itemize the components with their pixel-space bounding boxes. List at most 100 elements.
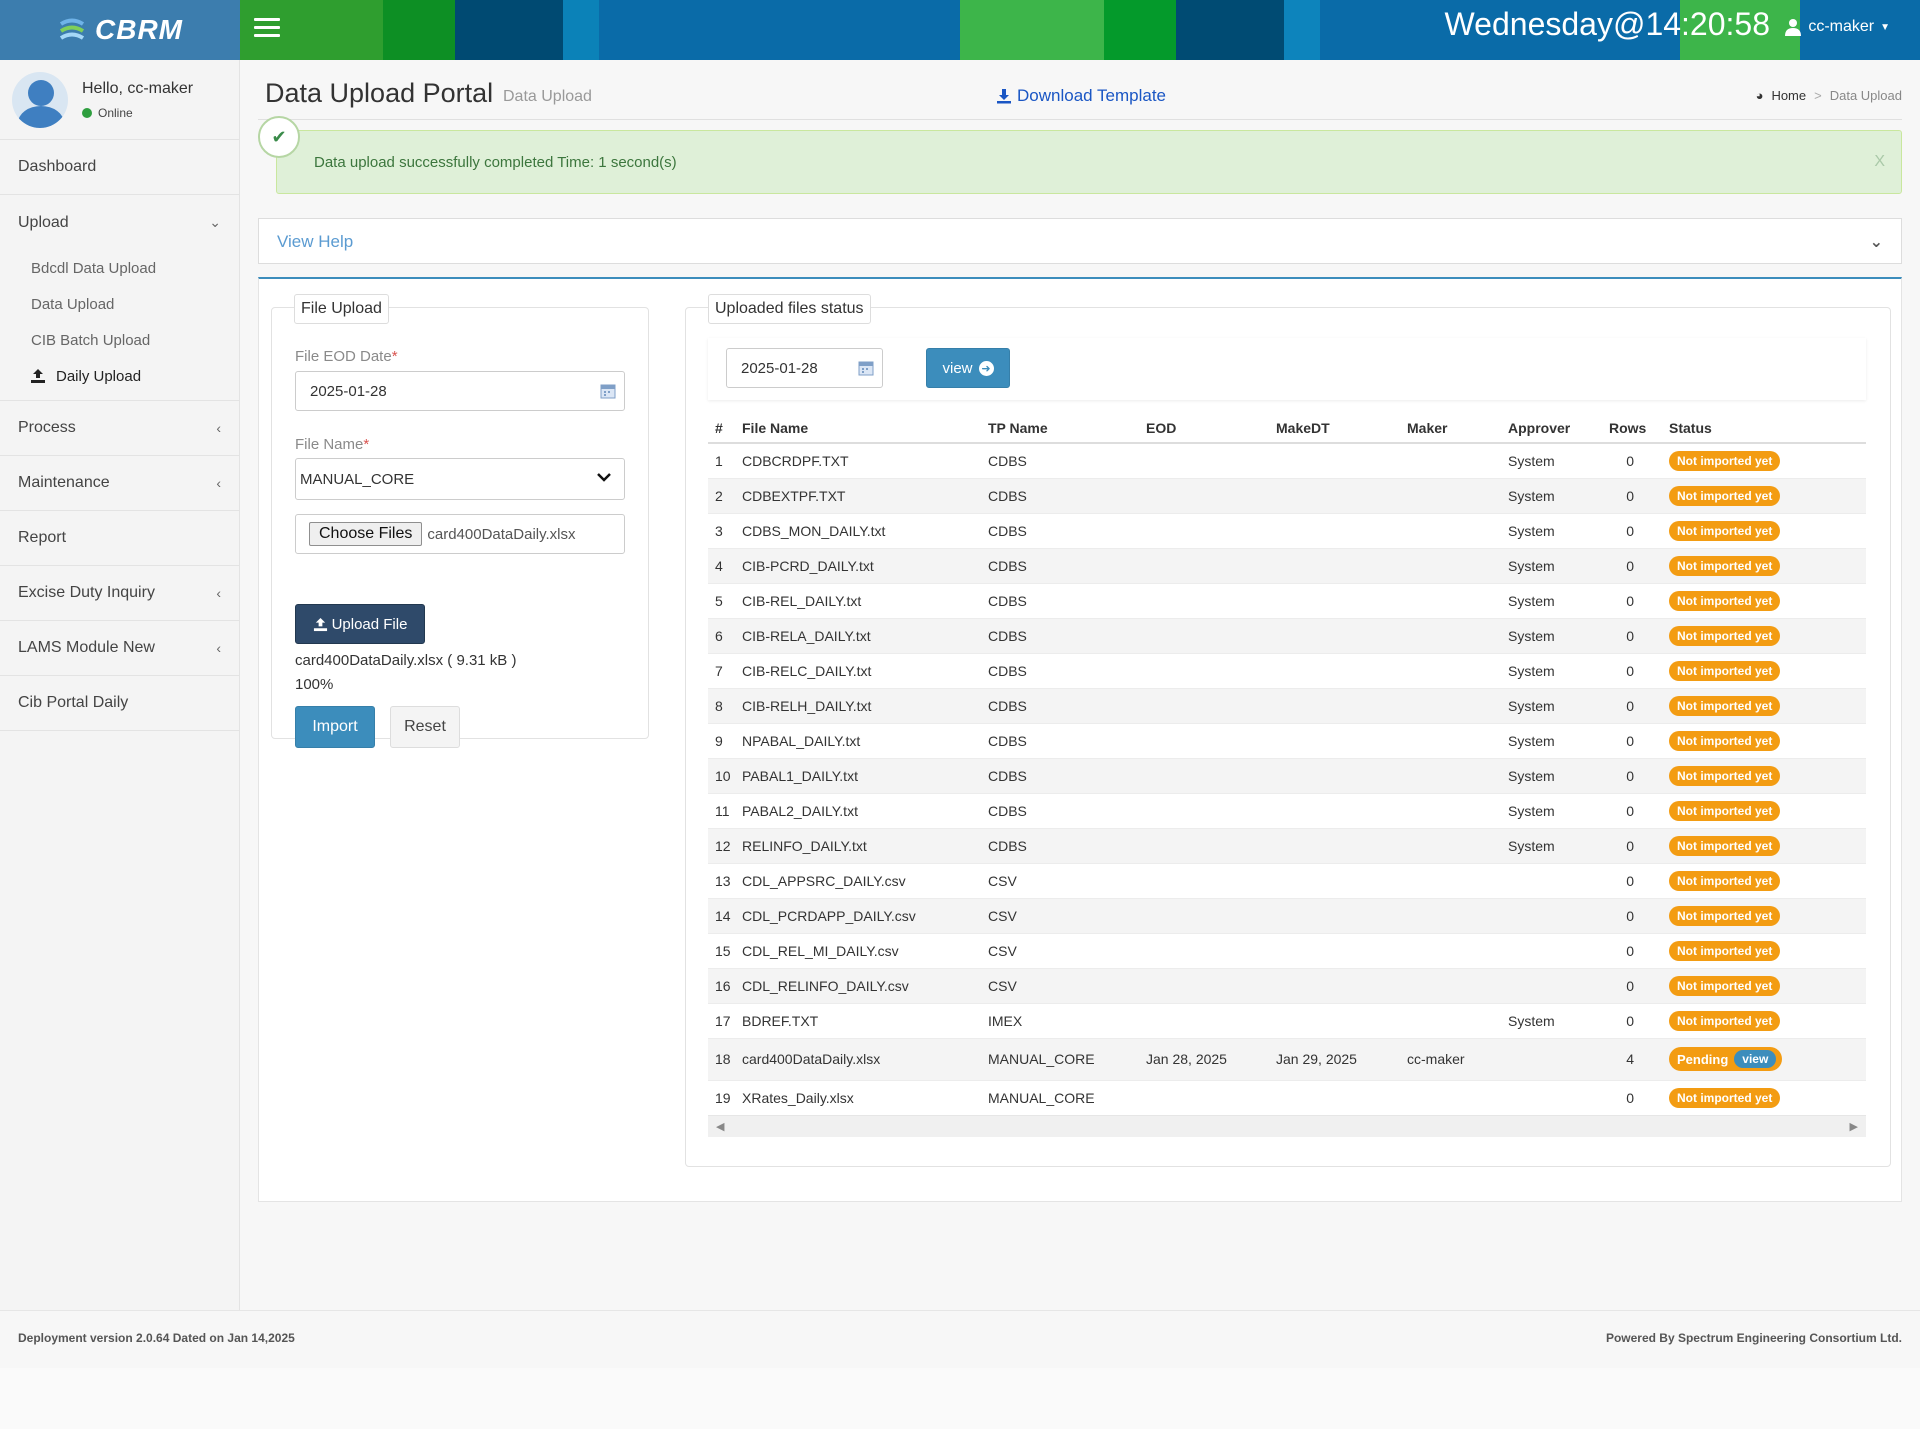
maker-cell: [1400, 722, 1501, 758]
status-cell: Pending view: [1662, 1037, 1866, 1080]
sidebar-item-dashboard[interactable]: Dashboard: [0, 140, 239, 195]
eod-cell: [1139, 757, 1269, 793]
status-view-button[interactable]: view ➜: [926, 348, 1010, 388]
table-row: 7 CIB-RELC_DAILY.txt CDBS System 0 Not import…: [708, 652, 1866, 688]
horizontal-scrollbar[interactable]: ◀ ▶: [708, 1115, 1866, 1137]
status-cell: Not imported yet: [1662, 862, 1866, 898]
sidebar-item-cib-portal[interactable]: Cib Portal Daily: [0, 676, 239, 731]
breadcrumb: ◕ Home > Data Upload: [1756, 88, 1902, 103]
calendar-icon[interactable]: [600, 383, 616, 399]
sidebar-item-label: Process: [18, 419, 76, 436]
maker-cell: [1400, 547, 1501, 583]
clock: Wednesday@14:20:58: [1444, 6, 1770, 42]
view-help-panel[interactable]: View Help ⌄: [258, 218, 1902, 264]
status-cell: Not imported yet: [1662, 792, 1866, 828]
file-name-cell: CIB-RELA_DAILY.txt: [735, 617, 981, 653]
rows-cell: 0: [1605, 1002, 1662, 1038]
sidebar-item-process[interactable]: Process ‹: [0, 401, 239, 456]
eod-date-input[interactable]: 2025-01-28: [295, 371, 625, 411]
sidebar-item-report[interactable]: Report: [0, 511, 239, 566]
file-name-cell: CDL_REL_MI_DAILY.csv: [735, 932, 981, 968]
makedt-cell: [1269, 967, 1400, 1003]
rows-cell: 0: [1605, 547, 1662, 583]
file-name-cell: PABAL2_DAILY.txt: [735, 792, 981, 828]
reset-button[interactable]: Reset: [390, 706, 460, 748]
sidebar-item-label: Maintenance: [18, 474, 110, 491]
tp-name-cell: CDBS: [981, 722, 1139, 758]
tp-name-cell: CDBS: [981, 792, 1139, 828]
navbar-stripes: Wednesday@14:20:58 cc-maker ▼: [240, 0, 1920, 60]
breadcrumb-home[interactable]: Home: [1771, 88, 1806, 103]
sidebar-item-upload[interactable]: Upload ⌄: [0, 195, 239, 250]
tp-name-cell: MANUAL_CORE: [981, 1079, 1139, 1115]
row-view-button[interactable]: view: [1734, 1050, 1777, 1068]
app-logo[interactable]: CBRM: [0, 0, 240, 60]
rows-cell: 0: [1605, 967, 1662, 1003]
success-alert: Data upload successfully completed Time:…: [276, 130, 1902, 194]
status-badge: Not imported yet: [1669, 835, 1781, 856]
scroll-left-icon[interactable]: ◀: [716, 1120, 724, 1133]
page-subtitle: Data Upload: [503, 88, 592, 105]
status-badge: Pending view: [1669, 1047, 1783, 1071]
logo-icon: [59, 18, 85, 40]
status-badge: Not imported yet: [1669, 555, 1781, 576]
sidebar-item-excise[interactable]: Excise Duty Inquiry ‹: [0, 566, 239, 621]
chevron-left-icon: ‹: [216, 475, 221, 491]
chosen-file-name: card400DataDaily.xlsx: [427, 525, 576, 543]
chevron-down-icon: ⌄: [209, 214, 221, 230]
alert-close-button[interactable]: X: [1874, 153, 1885, 171]
sidebar-subitem-data-upload[interactable]: Data Upload: [0, 286, 239, 322]
eod-cell: [1139, 617, 1269, 653]
maker-cell: [1400, 512, 1501, 548]
makedt-cell: [1269, 442, 1400, 478]
makedt-cell: [1269, 1002, 1400, 1038]
user-menu[interactable]: cc-maker ▼: [1784, 18, 1890, 36]
upload-file-button[interactable]: Upload File: [295, 604, 425, 644]
rows-cell: 0: [1605, 827, 1662, 863]
scroll-right-icon[interactable]: ▶: [1850, 1120, 1858, 1133]
file-name-cell: CIB-RELH_DAILY.txt: [735, 687, 981, 723]
rows-cell: 0: [1605, 722, 1662, 758]
file-chooser[interactable]: Choose Files card400DataDaily.xlsx: [295, 514, 625, 554]
sidebar-subitem-daily-upload[interactable]: Daily Upload: [0, 358, 239, 394]
chevron-left-icon: ‹: [216, 420, 221, 436]
alert-message: Data upload successfully completed Time:…: [314, 154, 677, 171]
status-badge: Not imported yet: [1669, 905, 1781, 926]
table-row: 12 RELINFO_DAILY.txt CDBS System 0 Not import…: [708, 827, 1866, 863]
sidebar-item-label: Excise Duty Inquiry: [18, 584, 155, 601]
file-upload-legend: File Upload: [294, 294, 389, 324]
file-name-select[interactable]: MANUAL_CORE: [295, 458, 625, 500]
sidebar-subitem-cib-batch[interactable]: CIB Batch Upload: [0, 322, 239, 358]
dashboard-icon: ◕: [1755, 88, 1764, 103]
makedt-cell: [1269, 932, 1400, 968]
approver-cell: System: [1501, 582, 1605, 618]
eod-cell: [1139, 442, 1269, 478]
table-row: 16 CDL_RELINFO_DAILY.csv CSV 0 Not imported …: [708, 967, 1866, 1003]
maker-cell: [1400, 827, 1501, 863]
makedt-cell: [1269, 757, 1400, 793]
makedt-cell: [1269, 687, 1400, 723]
sidebar-item-lams[interactable]: LAMS Module New ‹: [0, 621, 239, 676]
view-help-title[interactable]: View Help: [277, 232, 353, 252]
eod-cell: [1139, 652, 1269, 688]
status-date-input[interactable]: 2025-01-28: [726, 348, 883, 388]
calendar-icon[interactable]: [858, 360, 874, 376]
choose-files-button[interactable]: Choose Files: [309, 522, 423, 546]
rows-cell: 0: [1605, 897, 1662, 933]
tp-name-cell: CDBS: [981, 827, 1139, 863]
required-mark: *: [363, 436, 370, 453]
sidebar-item-maintenance[interactable]: Maintenance ‹: [0, 456, 239, 511]
menu-icon[interactable]: [254, 18, 280, 40]
sidebar-subitem-bdcdl[interactable]: Bdcdl Data Upload: [0, 250, 239, 286]
table-row: 3 CDBS_MON_DAILY.txt CDBS System 0 Not import…: [708, 512, 1866, 548]
status-badge: Not imported yet: [1669, 730, 1781, 751]
row-index: 18: [708, 1037, 735, 1080]
tp-name-cell: CDBS: [981, 687, 1139, 723]
chevron-down-icon[interactable]: ⌄: [1870, 232, 1883, 252]
download-template-link[interactable]: Download Template: [996, 86, 1166, 106]
upload-file-label: Upload File: [331, 615, 408, 633]
page-bottom: [0, 1368, 1920, 1429]
import-button[interactable]: Import: [295, 706, 375, 748]
maker-cell: [1400, 477, 1501, 513]
chevron-left-icon: ‹: [216, 640, 221, 656]
